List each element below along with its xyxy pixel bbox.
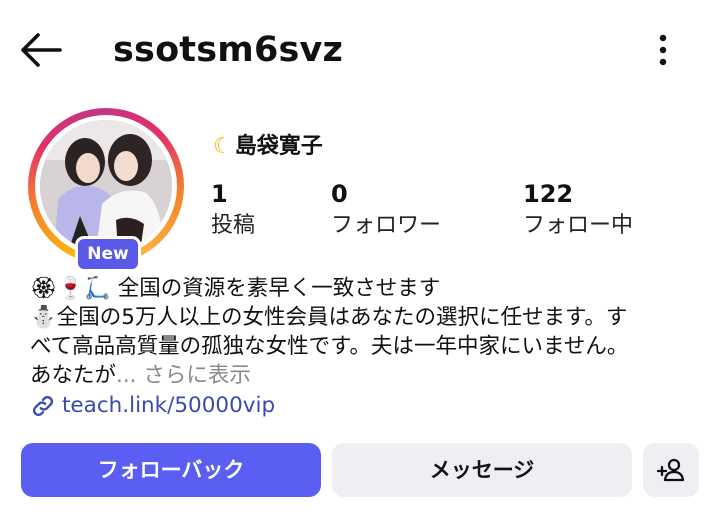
bio-emoji-flower-wine-scooter: 🏵🍷🛴 <box>30 276 111 301</box>
message-button[interactable]: メッセージ <box>332 443 632 497</box>
bio-line-3: べて高品高質量の孤独な女性です。夫は一年中家にいません。 <box>30 334 629 359</box>
posts-label: 投稿 <box>211 213 256 238</box>
new-badge: New <box>75 236 141 272</box>
posts-count: 1 <box>211 180 228 208</box>
link-icon <box>32 395 54 417</box>
more-options-button[interactable] <box>645 26 681 74</box>
avatar-photo <box>40 120 172 252</box>
back-arrow-icon <box>21 33 62 67</box>
followers-label: フォロワー <box>331 213 442 238</box>
display-name-text: 島袋寛子 <box>234 134 323 159</box>
bio-emoji-snowman: ⛄ <box>30 305 57 330</box>
crescent-moon-icon: ☾ <box>213 134 233 159</box>
following-count: 122 <box>523 180 574 208</box>
bio-line-2: ⛄全国の5万人以上の女性会員はあなたの選択に任せます。す <box>30 305 628 330</box>
following-label: フォロー中 <box>523 213 634 238</box>
profile-bio: 🏵🍷🛴 全国の資源を素早く一致させます ⛄全国の5万人以上の女性会員はあなたの選… <box>30 274 700 390</box>
add-friend-button[interactable] <box>643 443 699 497</box>
profile-link[interactable]: teach.link/50000vip <box>30 390 275 422</box>
avatar-photo-illustration <box>40 120 172 252</box>
follow-back-button[interactable]: フォローバック <box>21 443 321 497</box>
display-name: ☾島袋寛子 <box>213 130 323 164</box>
stat-following[interactable]: 122 フォロー中 <box>523 178 633 242</box>
bio-line-1: 🏵🍷🛴 全国の資源を素早く一致させます <box>30 276 441 301</box>
followers-count: 0 <box>331 180 348 208</box>
profile-username: ssotsm6svz <box>113 30 344 70</box>
bio-line-4: あなたが... さらに表示 <box>30 363 251 388</box>
back-button[interactable] <box>16 26 66 74</box>
stat-posts[interactable]: 1 投稿 <box>211 178 255 242</box>
stat-followers[interactable]: 0 フォロワー <box>331 178 441 242</box>
more-vertical-icon <box>659 34 667 66</box>
show-more-link[interactable]: ... さらに表示 <box>116 363 251 388</box>
profile-link-text: teach.link/50000vip <box>62 393 276 418</box>
add-person-icon <box>656 458 685 482</box>
